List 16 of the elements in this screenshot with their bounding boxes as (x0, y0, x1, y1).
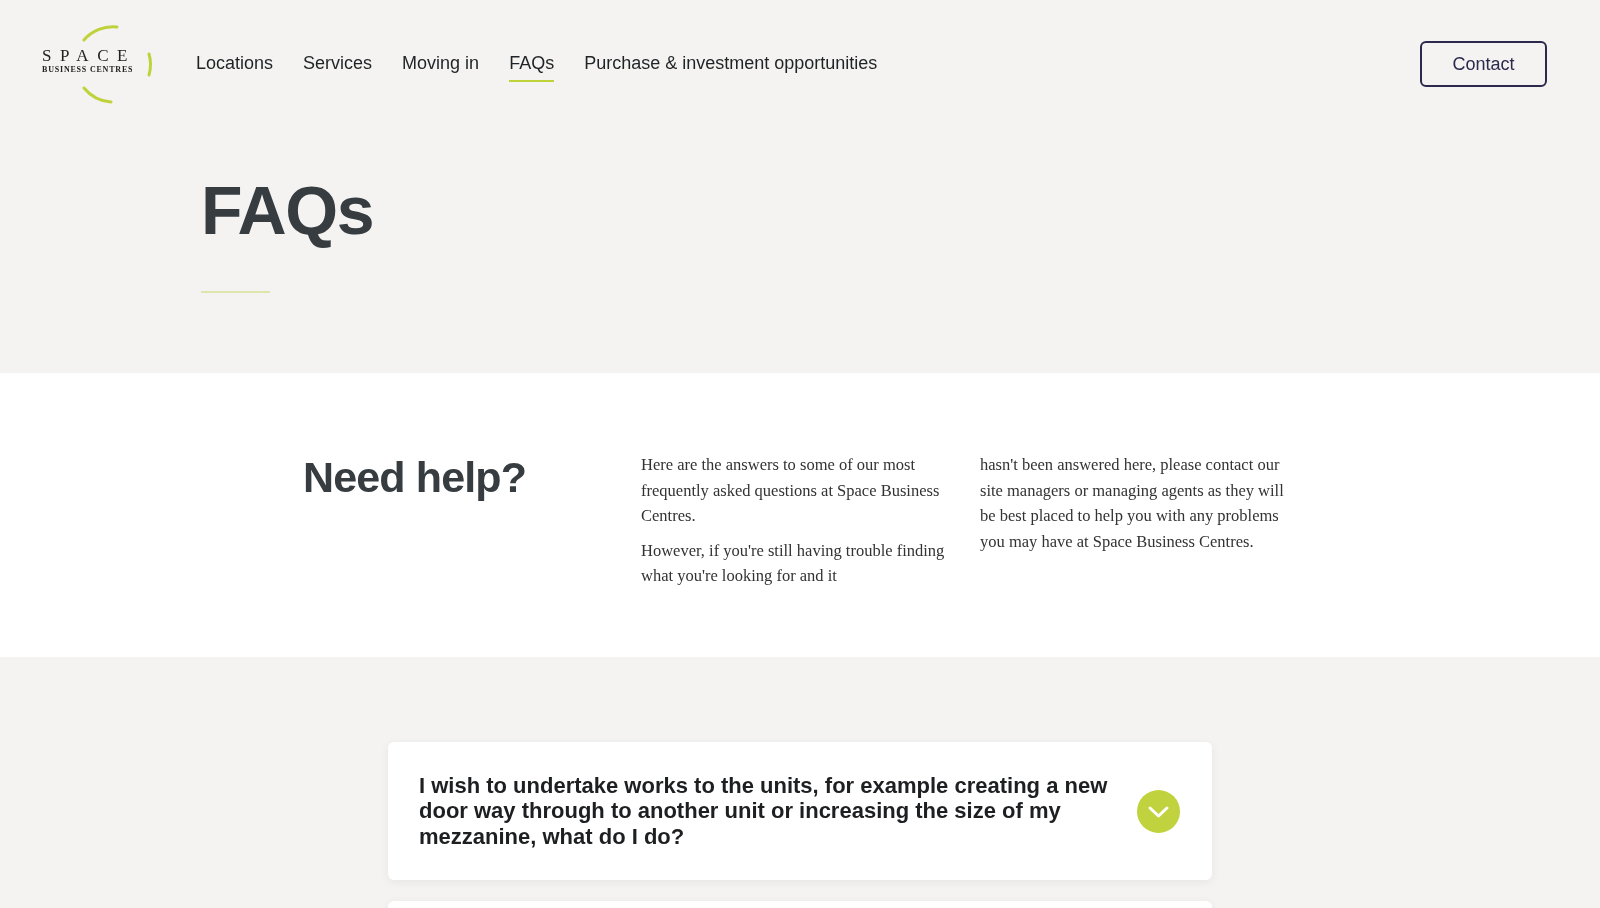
title-underline (201, 291, 270, 293)
nav-link[interactable]: Purchase & investment opportunities (584, 46, 878, 82)
logo-tagline: BUSINESS CENTRES (42, 66, 134, 74)
contact-button[interactable]: Contact (1420, 41, 1547, 87)
nav-link[interactable]: Services (303, 46, 373, 82)
nav-link[interactable]: FAQs (509, 46, 555, 82)
intro-paragraph: However, if you're still having trouble finding what you're looking for and it (641, 539, 946, 587)
nav-link[interactable]: Locations (196, 46, 274, 82)
section-heading: Need help? (303, 456, 527, 499)
faq-question: I wish to undertake works to the units, for example creating a new door way through to another unit or increasing the size of my mezzanine, what do I do? (419, 772, 1109, 850)
intro-paragraph: hasn't been answered here, please contact our site managers or managing agents as they will be best placed to help you with any problems you may have at Space Business Centres. (980, 454, 1285, 553)
logo-wordmark: SPACE (42, 47, 136, 64)
chevron-icon[interactable] (1137, 789, 1180, 833)
nav-link[interactable]: Moving in (402, 46, 480, 82)
intro-paragraph: Here are the answers to some of our most frequently asked questions at Space Business Centres. (641, 454, 941, 527)
faq-card[interactable]: I wish to undertake works to the units, for example creating a new door way through to another unit or increasing the size of my mezzanine, what do I do? (388, 742, 1212, 880)
